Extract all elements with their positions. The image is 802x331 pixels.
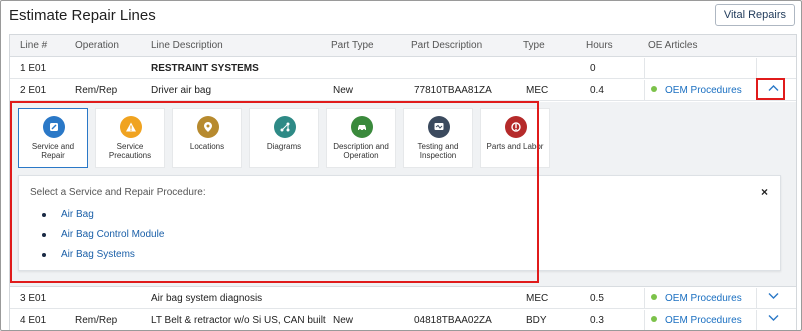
cell-line: 1 E01 [20, 63, 47, 74]
chevron-down-icon [768, 293, 778, 299]
cell-part-description: 77810TBAA81ZA [414, 85, 492, 96]
tab-label: Description and Operation [333, 142, 389, 160]
procedure-heading: Select a Service and Repair Procedure: [30, 187, 206, 198]
cell-operation: Rem/Rep [75, 315, 118, 326]
bullet-icon [42, 253, 46, 257]
tab-testing-and-inspection[interactable]: Testing and Inspection [403, 108, 473, 168]
chevron-down-icon [768, 315, 778, 321]
column-divider [644, 58, 645, 79]
cell-operation: Rem/Rep [75, 85, 118, 96]
car-icon [351, 116, 373, 138]
cell-description: Driver air bag [151, 85, 212, 96]
wrench-icon [43, 116, 65, 138]
parts-tag-icon [505, 116, 527, 138]
procedure-link-air-bag-control-module[interactable]: Air Bag Control Module [42, 225, 164, 245]
procedure-link-air-bag-systems[interactable]: Air Bag Systems [42, 245, 164, 265]
cell-type: MEC [526, 293, 549, 304]
cell-type: BDY [526, 315, 547, 326]
cell-part-description: 04818TBAA02ZA [414, 315, 492, 326]
procedure-link-label: Air Bag [61, 209, 94, 220]
bullet-icon [42, 233, 46, 237]
oem-procedures-label: OEM Procedures [665, 315, 742, 326]
col-part-type[interactable]: Part Type [331, 40, 374, 51]
table-header: Line # Operation Line Description Part T… [10, 35, 796, 57]
expand-row-button[interactable] [765, 312, 781, 328]
cell-part-type: New [333, 85, 354, 96]
tab-label: Testing and Inspection [417, 142, 459, 160]
cell-hours: 0.4 [590, 85, 604, 96]
column-divider [756, 80, 757, 101]
tab-label: Diagrams [266, 142, 302, 151]
col-line[interactable]: Line # [20, 40, 47, 51]
status-dot-icon [651, 316, 657, 322]
tab-label: Parts and Labor [486, 142, 544, 151]
col-part-description[interactable]: Part Description [411, 40, 482, 51]
procedure-selection-box: Select a Service and Repair Procedure: ×… [18, 175, 781, 271]
cell-line: 2 E01 [20, 85, 47, 96]
oem-procedures-label: OEM Procedures [665, 293, 742, 304]
page-title: Estimate Repair Lines [9, 7, 156, 24]
status-dot-icon [651, 294, 657, 300]
cell-hours: 0 [590, 63, 596, 74]
column-divider [644, 288, 645, 309]
table-row[interactable]: 4 E01 Rem/Rep LT Belt & retractor w/o Si… [10, 310, 796, 330]
estimate-repair-lines-panel: Estimate Repair Lines Vital Repairs Line… [0, 0, 802, 331]
column-divider [644, 310, 645, 330]
cell-description: RESTRAINT SYSTEMS [151, 63, 259, 74]
column-divider [756, 58, 757, 79]
oem-procedures-label: OEM Procedures [665, 85, 742, 96]
cell-description: LT Belt & retractor w/o Si US, CAN built [151, 315, 326, 326]
test-monitor-icon [428, 116, 450, 138]
cell-description: Air bag system diagnosis [151, 293, 263, 304]
col-operation[interactable]: Operation [75, 40, 119, 51]
col-type[interactable]: Type [523, 40, 545, 51]
col-line-description[interactable]: Line Description [151, 40, 223, 51]
warning-icon [120, 116, 142, 138]
bullet-icon [42, 213, 46, 217]
cell-line: 3 E01 [20, 293, 47, 304]
oem-procedures-link[interactable]: OEM Procedures [651, 315, 742, 326]
tab-service-precautions[interactable]: Service Precautions [95, 108, 165, 168]
tab-locations[interactable]: Locations [172, 108, 242, 168]
cell-hours: 0.5 [590, 293, 604, 304]
panel-header: Estimate Repair Lines Vital Repairs [1, 1, 801, 31]
col-hours[interactable]: Hours [586, 40, 613, 51]
vital-repairs-button[interactable]: Vital Repairs [714, 4, 795, 26]
repair-lines-table: Line # Operation Line Description Part T… [9, 34, 797, 330]
diagram-icon [274, 116, 296, 138]
table-row[interactable]: 3 E01 Air bag system diagnosis MEC 0.5 O… [10, 288, 796, 309]
tab-parts-and-labor[interactable]: Parts and Labor [480, 108, 550, 168]
expand-row-button[interactable] [765, 290, 781, 306]
procedure-list: Air Bag Air Bag Control Module Air Bag S… [42, 205, 164, 265]
chevron-up-icon [768, 85, 778, 91]
table-row-expanded[interactable]: 2 E01 Rem/Rep Driver air bag New 77810TB… [10, 80, 796, 101]
cell-type: MEC [526, 85, 549, 96]
oem-procedures-link[interactable]: OEM Procedures [651, 293, 742, 304]
procedure-link-label: Air Bag Control Module [61, 229, 165, 240]
cell-line: 4 E01 [20, 315, 47, 326]
table-row[interactable]: 1 E01 RESTRAINT SYSTEMS 0 [10, 58, 796, 79]
tab-diagrams[interactable]: Diagrams [249, 108, 319, 168]
tab-label: Locations [189, 142, 225, 151]
column-divider [644, 80, 645, 101]
cell-hours: 0.3 [590, 315, 604, 326]
location-pin-icon [197, 116, 219, 138]
column-divider [756, 288, 757, 309]
col-oe-articles[interactable]: OE Articles [648, 40, 697, 51]
oem-procedures-link[interactable]: OEM Procedures [651, 85, 742, 96]
close-icon[interactable]: × [761, 185, 768, 199]
oem-procedures-panel: Service and Repair Service Precautions L… [10, 102, 796, 287]
tab-description-and-operation[interactable]: Description and Operation [326, 108, 396, 168]
tab-service-and-repair[interactable]: Service and Repair [18, 108, 88, 168]
tab-label: Service Precautions [108, 142, 152, 160]
procedure-link-air-bag[interactable]: Air Bag [42, 205, 164, 225]
procedure-link-label: Air Bag Systems [61, 249, 135, 260]
column-divider [756, 310, 757, 330]
cell-part-type: New [333, 315, 354, 326]
tab-label: Service and Repair [31, 142, 75, 160]
status-dot-icon [651, 86, 657, 92]
collapse-row-button[interactable] [765, 82, 781, 98]
